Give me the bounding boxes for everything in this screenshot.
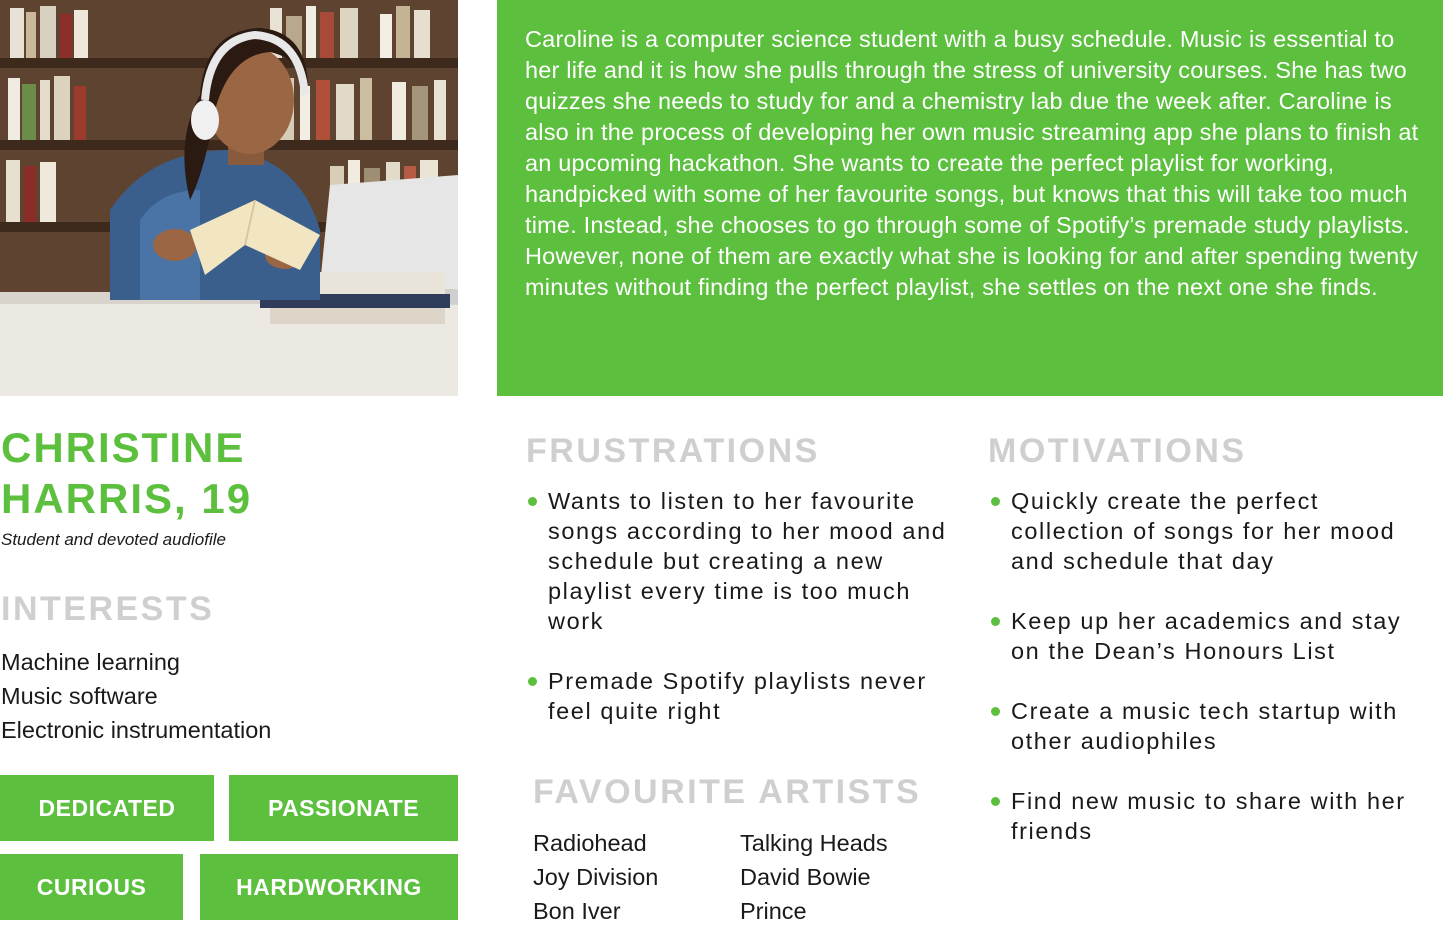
frustrations-list: Wants to listen to her favourite songs a… <box>526 486 956 756</box>
interests-heading: INTERESTS <box>1 590 215 628</box>
persona-photo <box>0 0 458 396</box>
artist-item: David Bowie <box>740 864 871 890</box>
trait-tag-curious: CURIOUS <box>0 854 183 920</box>
artist-item: Radiohead <box>533 830 647 856</box>
bullet-icon <box>991 797 1000 806</box>
bio-text: Caroline is a computer science student w… <box>525 26 1419 300</box>
frustration-item: Wants to listen to her favourite songs a… <box>526 486 956 636</box>
motivation-text: Find new music to share with her friends <box>1011 788 1406 844</box>
bullet-icon <box>528 497 537 506</box>
motivation-text: Keep up her academics and stay on the De… <box>1011 608 1402 664</box>
bio-panel: Caroline is a computer science student w… <box>497 0 1443 396</box>
bullet-icon <box>528 677 537 686</box>
persona-name-line2: HARRIS, 19 <box>1 475 253 522</box>
frustrations-heading: FRUSTRATIONS <box>526 432 820 470</box>
persona-name-line1: CHRISTINE <box>1 424 246 471</box>
trait-tag-passionate: PASSIONATE <box>229 775 458 841</box>
favourite-artists-heading: FAVOURITE ARTISTS <box>533 773 922 811</box>
motivations-list: Quickly create the perfect collection of… <box>989 486 1434 876</box>
interest-item: Music software <box>1 683 158 709</box>
bullet-icon <box>991 617 1000 626</box>
interests-list: Machine learning Music software Electron… <box>1 645 271 747</box>
motivation-text: Quickly create the perfect collection of… <box>1011 488 1396 574</box>
artist-item: Joy Division <box>533 864 659 890</box>
artist-item: Bon Iver <box>533 898 621 924</box>
interest-item: Electronic instrumentation <box>1 717 272 743</box>
persona-tagline: Student and devoted audiofile <box>1 530 226 549</box>
artist-item: Talking Heads <box>740 830 888 856</box>
motivation-item: Find new music to share with her friends <box>989 786 1434 846</box>
trait-tag-hardworking: HARDWORKING <box>200 854 458 920</box>
trait-tag-dedicated: DEDICATED <box>0 775 214 841</box>
motivations-heading: MOTIVATIONS <box>988 432 1247 470</box>
persona-name: CHRISTINE HARRIS, 19 <box>1 422 451 524</box>
artists-column-1: Radiohead Joy Division Bon Iver <box>533 826 658 928</box>
bullet-icon <box>991 707 1000 716</box>
interest-item: Machine learning <box>1 649 180 675</box>
frustration-item: Premade Spotify playlists never feel qui… <box>526 666 956 726</box>
bullet-icon <box>991 497 1000 506</box>
frustration-text: Premade Spotify playlists never feel qui… <box>548 668 927 724</box>
motivation-item: Keep up her academics and stay on the De… <box>989 606 1434 666</box>
motivation-item: Create a music tech startup with other a… <box>989 696 1434 756</box>
frustration-text: Wants to listen to her favourite songs a… <box>548 488 947 634</box>
motivation-item: Quickly create the perfect collection of… <box>989 486 1434 576</box>
artist-item: Prince <box>740 898 807 924</box>
motivation-text: Create a music tech startup with other a… <box>1011 698 1398 754</box>
artists-column-2: Talking Heads David Bowie Prince <box>740 826 888 928</box>
